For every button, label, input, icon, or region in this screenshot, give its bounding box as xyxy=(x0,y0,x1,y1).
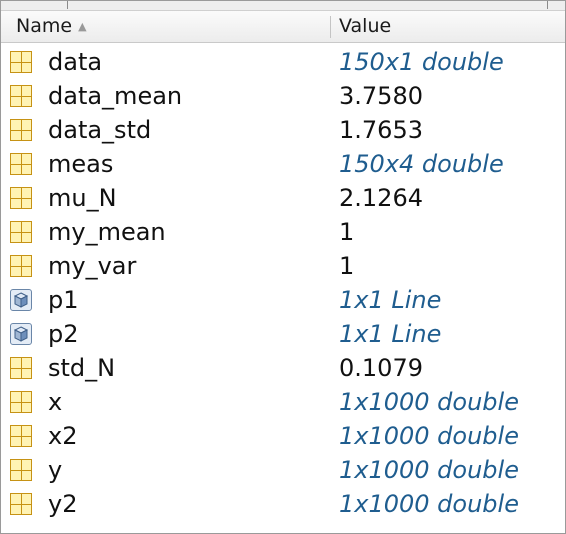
strip-tick xyxy=(67,1,68,9)
variable-row[interactable]: my_mean 1 xyxy=(1,215,565,249)
array-icon xyxy=(10,119,32,141)
column-divider[interactable] xyxy=(330,16,331,38)
table-header: Name ▲ Value xyxy=(1,11,565,43)
variable-name: p2 xyxy=(48,320,79,348)
variable-value: 2.1264 xyxy=(339,184,423,212)
variable-name: std_N xyxy=(48,354,116,382)
variable-value: 1x1000 double xyxy=(339,422,519,450)
array-icon xyxy=(10,221,32,243)
variable-value: 150x1 double xyxy=(339,48,504,76)
variable-row[interactable]: data 150x1 double xyxy=(1,45,565,79)
array-icon xyxy=(10,357,32,379)
array-icon xyxy=(10,255,32,277)
array-icon xyxy=(10,85,32,107)
array-icon xyxy=(10,493,32,515)
variable-value: 1 xyxy=(339,218,355,246)
variable-value: 3.7580 xyxy=(339,82,423,110)
variable-value: 1 xyxy=(339,252,355,280)
variable-name: meas xyxy=(48,150,114,178)
variable-row[interactable]: data_std 1.7653 xyxy=(1,113,565,147)
variable-name: mu_N xyxy=(48,184,117,212)
array-icon xyxy=(10,187,32,209)
object-icon xyxy=(10,323,32,345)
variable-name: data_mean xyxy=(48,82,183,110)
panel-title-strip xyxy=(1,1,565,11)
array-icon xyxy=(10,459,32,481)
column-header-value-label: Value xyxy=(339,15,392,37)
variable-row[interactable]: x 1x1000 double xyxy=(1,385,565,419)
array-icon xyxy=(10,425,32,447)
variable-name: my_var xyxy=(48,252,137,280)
variable-value: 1x1000 double xyxy=(339,456,519,484)
variable-name: p1 xyxy=(48,286,79,314)
variable-row[interactable]: y2 1x1000 double xyxy=(1,487,565,521)
column-header-name[interactable]: Name ▲ xyxy=(16,11,321,42)
variable-value: 1x1 Line xyxy=(339,320,442,348)
variable-row[interactable]: std_N 0.1079 xyxy=(1,351,565,385)
array-icon xyxy=(10,153,32,175)
variable-name: my_mean xyxy=(48,218,166,246)
variable-value: 1x1 Line xyxy=(339,286,442,314)
variable-value: 1x1000 double xyxy=(339,490,519,518)
variable-name: y2 xyxy=(48,490,78,518)
variable-row[interactable]: p1 1x1 Line xyxy=(1,283,565,317)
variable-row[interactable]: my_var 1 xyxy=(1,249,565,283)
sort-ascending-icon: ▲ xyxy=(78,20,87,33)
variable-row[interactable]: meas 150x4 double xyxy=(1,147,565,181)
column-header-name-label: Name xyxy=(16,15,73,37)
variable-value: 1x1000 double xyxy=(339,388,519,416)
strip-tick xyxy=(547,1,548,9)
object-icon xyxy=(10,289,32,311)
variable-name: y xyxy=(48,456,63,484)
variable-name: x2 xyxy=(48,422,78,450)
variable-name: x xyxy=(48,388,63,416)
variable-value: 1.7653 xyxy=(339,116,423,144)
variable-row[interactable]: x2 1x1000 double xyxy=(1,419,565,453)
variable-row[interactable]: p2 1x1 Line xyxy=(1,317,565,351)
variable-row[interactable]: mu_N 2.1264 xyxy=(1,181,565,215)
array-icon xyxy=(10,51,32,73)
variable-value: 150x4 double xyxy=(339,150,504,178)
variable-value: 0.1079 xyxy=(339,354,423,382)
array-icon xyxy=(10,391,32,413)
variable-row[interactable]: y 1x1000 double xyxy=(1,453,565,487)
variable-row[interactable]: data_mean 3.7580 xyxy=(1,79,565,113)
column-header-value[interactable]: Value xyxy=(339,11,559,42)
variable-name: data xyxy=(48,48,103,76)
variable-list: data 150x1 double data_mean 3.7580 data_std 1… xyxy=(1,45,565,521)
variable-name: data_std xyxy=(48,116,152,144)
workspace-panel: Name ▲ Value data 150x1 double data_mean 3.7… xyxy=(0,0,566,534)
